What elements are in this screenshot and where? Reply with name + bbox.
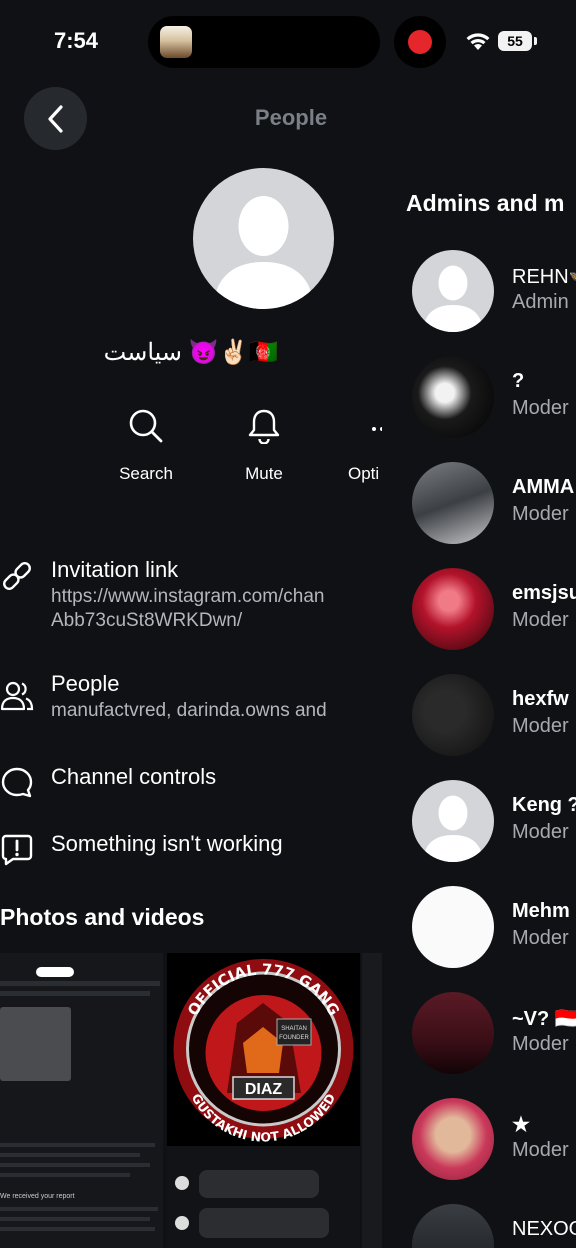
screen-record-indicator[interactable] <box>394 16 446 68</box>
options-label: Opti <box>348 464 380 483</box>
gang-logo-image: OFFICIAL 777 GANG GUSTAKHI NOT ALLOWED D… <box>173 959 354 1145</box>
channel-details-panel: سیاست 😈✌🏻🇦🇫 Search Mute Opti Invitation … <box>0 160 382 1248</box>
member-avatar[interactable] <box>412 462 494 544</box>
member-name: ? <box>512 370 525 392</box>
admins-section-title: Admins and m <box>406 190 565 216</box>
more-icon <box>372 427 382 431</box>
member-role: Moder <box>512 397 569 419</box>
search-icon <box>129 409 163 443</box>
report-notice-text: We received your report <box>0 1193 75 1200</box>
channel-controls-row[interactable]: Channel controls <box>0 764 382 804</box>
action-bar: Search Mute Opti <box>0 400 382 490</box>
media-thumbnail-gang-logo[interactable]: OFFICIAL 777 GANG GUSTAKHI NOT ALLOWED D… <box>167 953 360 1146</box>
channel-controls-title: Channel controls <box>51 764 217 789</box>
member-name: Keng ? <box>512 794 576 816</box>
member-role: Admin <box>512 291 569 313</box>
status-time: 7:54 <box>54 28 99 53</box>
dynamic-island[interactable] <box>148 16 380 68</box>
member-role: Moder <box>512 821 569 843</box>
gang-logo-badge-2: FOUNDER <box>279 1035 309 1041</box>
mute-label: Mute <box>245 464 283 483</box>
member-avatar[interactable] <box>412 886 494 968</box>
member-row[interactable]: Keng ? Moder <box>382 780 576 886</box>
member-avatar[interactable] <box>412 674 494 756</box>
member-avatar[interactable] <box>412 1204 494 1248</box>
member-avatar[interactable] <box>412 568 494 650</box>
photos-section-title: Photos and videos <box>0 904 205 930</box>
gang-logo-badge-1: SHAITAN <box>281 1026 307 1032</box>
member-row[interactable]: ~V? 🇮🇩 Moder <box>382 992 576 1098</box>
app-icon[interactable] <box>160 26 192 58</box>
gang-logo-name: DIAZ <box>245 1081 283 1098</box>
options-action[interactable]: Opti <box>332 400 382 484</box>
chat-bubble-icon <box>1 767 33 798</box>
member-row[interactable]: AMMA Moder <box>382 462 576 568</box>
member-avatar[interactable] <box>412 1098 494 1180</box>
member-name: emsjsu <box>512 582 576 604</box>
battery-indicator: 55 <box>498 31 532 51</box>
search-label: Search <box>119 464 173 483</box>
people-subtitle: manufactvred, darinda.owns and <box>51 700 327 721</box>
page-title: People <box>254 105 328 130</box>
member-name: hexfw <box>512 688 569 710</box>
member-row[interactable]: hexfw Moder <box>382 674 576 780</box>
member-role: Moder <box>512 503 569 525</box>
link-icon <box>3 562 31 590</box>
mute-action[interactable]: Mute <box>214 400 314 484</box>
member-role: Moder <box>512 609 569 631</box>
member-role: Moder <box>512 927 569 949</box>
search-action[interactable]: Search <box>96 400 196 484</box>
member-row[interactable]: ★ Moder <box>382 1098 576 1204</box>
member-row[interactable]: Mehm Moder <box>382 886 576 992</box>
member-avatar[interactable] <box>412 356 494 438</box>
member-row[interactable]: emsjsu Moder <box>382 568 576 674</box>
member-name: Mehm <box>512 900 570 922</box>
member-name: ~V? 🇮🇩 <box>512 1008 576 1030</box>
invitation-link-row[interactable]: Invitation link https://www.instagram.co… <box>0 557 382 633</box>
wifi-icon <box>466 33 490 50</box>
member-name: AMMA <box>512 476 575 498</box>
invitation-link-url[interactable]: https://www.instagram.com/chan Abb73cuSt… <box>51 585 325 633</box>
media-thumbnail-partial[interactable] <box>362 953 382 1248</box>
member-avatar[interactable] <box>412 992 494 1074</box>
default-avatar-icon <box>213 196 314 309</box>
member-name: REHN🦋 <box>512 266 576 288</box>
invitation-link-title: Invitation link <box>51 557 179 582</box>
people-title: People <box>51 671 120 696</box>
member-name: ★ <box>512 1114 530 1136</box>
member-row[interactable]: REHN🦋 Admin <box>382 250 576 356</box>
member-name: NEXOO <box>512 1218 576 1240</box>
channel-avatar[interactable] <box>193 168 334 309</box>
member-role: Moder <box>512 715 569 737</box>
back-button[interactable] <box>24 87 87 150</box>
default-avatar-icon <box>423 795 483 862</box>
people-icon <box>0 681 34 711</box>
member-role: Moder <box>512 1139 569 1161</box>
report-icon <box>1 834 33 866</box>
member-role: Moder <box>512 1033 569 1055</box>
member-avatar[interactable] <box>412 250 494 332</box>
member-row[interactable]: ? Moder <box>382 356 576 462</box>
channel-name: سیاست 😈✌🏻🇦🇫 <box>103 339 279 366</box>
report-problem-row[interactable]: Something isn't working <box>0 831 382 871</box>
chevron-left-icon <box>47 104 63 133</box>
member-avatar[interactable] <box>412 780 494 862</box>
bell-icon <box>248 409 280 444</box>
media-thumbnail-chat[interactable] <box>167 1146 360 1248</box>
record-dot-icon <box>408 30 432 54</box>
battery-cap <box>534 37 537 45</box>
people-row[interactable]: People manufactvred, darinda.owns and <box>0 671 382 727</box>
default-avatar-icon <box>423 265 483 332</box>
invitation-url-line1: https://www.instagram.com/chan <box>51 586 325 607</box>
invitation-url-line2: Abb73cuSt8WRKDwn/ <box>51 610 243 631</box>
report-problem-title: Something isn't working <box>51 831 283 856</box>
media-thumbnail-screenshot[interactable]: We received your report <box>0 953 163 1248</box>
admins-panel: Admins and m REHN🦋Admin?ModerAMMAModerem… <box>382 160 576 1248</box>
member-row[interactable]: NEXOO <box>382 1204 576 1248</box>
